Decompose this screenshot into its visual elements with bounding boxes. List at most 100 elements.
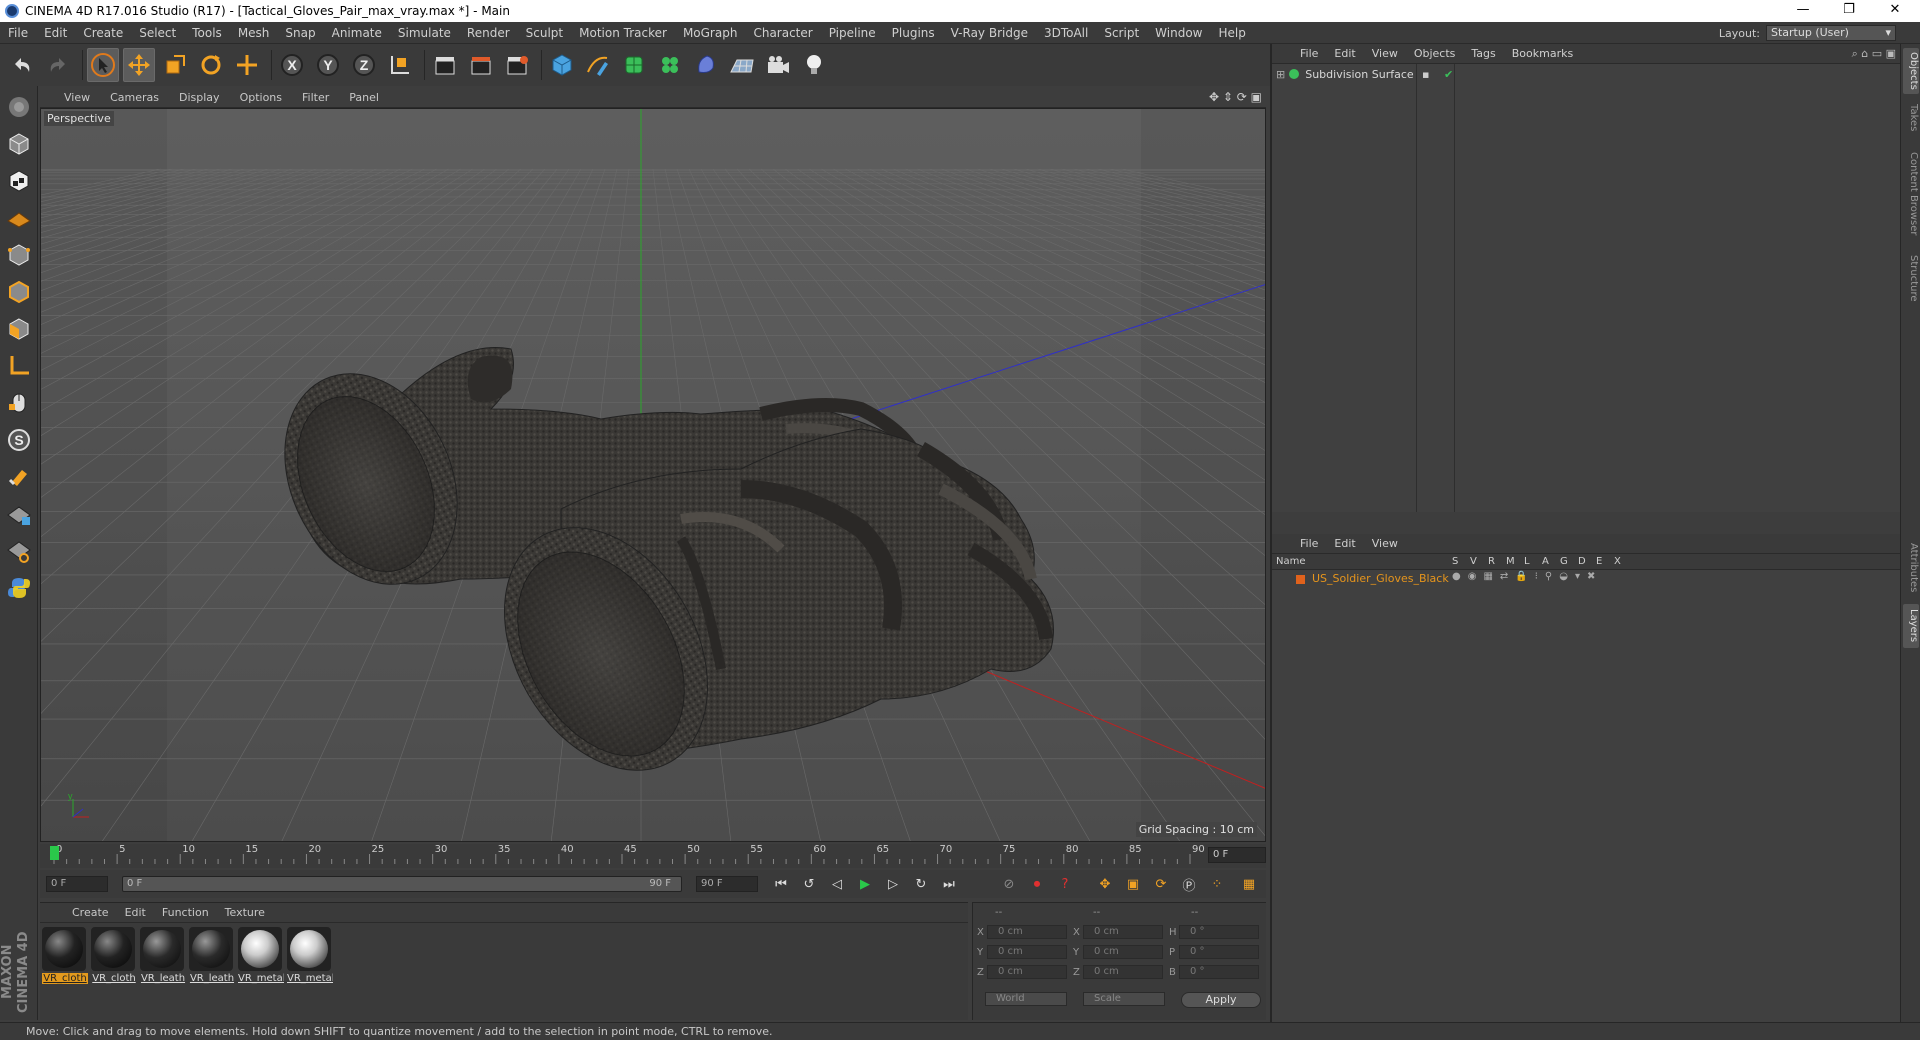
position-y-field[interactable]: 0 cm xyxy=(987,945,1067,959)
layers-menu-view[interactable]: View xyxy=(1364,537,1406,550)
menu-create[interactable]: Create xyxy=(75,26,131,40)
play-button[interactable]: ▶ xyxy=(852,872,878,896)
material-swatch[interactable]: VR_cloth xyxy=(91,927,137,984)
rotation-p-field[interactable]: 0 ° xyxy=(1179,945,1259,959)
redo-button[interactable] xyxy=(42,48,74,82)
viewport-menu-view[interactable]: View xyxy=(40,91,100,104)
tab-structure[interactable]: Structure xyxy=(1903,250,1919,306)
add-cube-button[interactable] xyxy=(546,48,578,82)
viewport-menu-panel[interactable]: Panel xyxy=(339,91,389,104)
timeline-ruler[interactable]: 0 5 10 15 20 25 30 35 40 45 50 55 60 65 70 75 80 85 90 xyxy=(40,844,1266,868)
record-button[interactable]: ⏺ xyxy=(1024,872,1050,896)
layers-menu-edit[interactable]: Edit xyxy=(1326,537,1363,550)
viewport-menu-filter[interactable]: Filter xyxy=(292,91,339,104)
render-view-button[interactable] xyxy=(429,48,461,82)
menu-render[interactable]: Render xyxy=(459,26,518,40)
position-z-field[interactable]: 0 cm xyxy=(987,965,1067,979)
position-x-field[interactable]: 0 cm xyxy=(987,925,1067,939)
range-slider[interactable]: 0 F 90 F xyxy=(122,876,682,892)
go-to-start-button[interactable]: ⏮ xyxy=(768,872,794,896)
python-button[interactable] xyxy=(3,572,35,604)
timeline-playhead[interactable] xyxy=(50,846,59,860)
menu-plugins[interactable]: Plugins xyxy=(884,26,943,40)
menu-snap[interactable]: Snap xyxy=(277,26,323,40)
size-y-field[interactable]: 0 cm xyxy=(1083,945,1163,959)
prev-frame-button[interactable]: ◁ xyxy=(824,872,850,896)
size-z-field[interactable]: 0 cm xyxy=(1083,965,1163,979)
model-mode-button[interactable] xyxy=(3,128,35,160)
menu-mograph[interactable]: MoGraph xyxy=(675,26,746,40)
make-editable-button[interactable] xyxy=(3,91,35,123)
layout-select[interactable]: Startup (User) xyxy=(1766,25,1896,41)
menu-select[interactable]: Select xyxy=(131,26,184,40)
menu-help[interactable]: Help xyxy=(1210,26,1253,40)
add-deformer-button[interactable] xyxy=(690,48,722,82)
objects-menu-tags[interactable]: Tags xyxy=(1463,47,1503,60)
add-mograph-button[interactable] xyxy=(654,48,686,82)
polygons-mode-button[interactable] xyxy=(3,313,35,345)
live-select-button[interactable] xyxy=(231,48,263,82)
x-axis-lock-button[interactable]: X xyxy=(276,48,308,82)
expand-icon[interactable]: ⊞ xyxy=(1276,68,1285,81)
menu-tools[interactable]: Tools xyxy=(184,26,230,40)
material-menu-create[interactable]: Create xyxy=(64,906,117,919)
viewport-menu-cameras[interactable]: Cameras xyxy=(100,91,169,104)
material-swatch[interactable]: VR_leath xyxy=(140,927,186,984)
locked-workplane-button[interactable] xyxy=(3,498,35,530)
layer-row[interactable]: US_Soldier_Gloves_Black ●◉▦⇄🔒⁝⚲◒▾✖ xyxy=(1272,571,1902,587)
size-x-field[interactable]: 0 cm xyxy=(1083,925,1163,939)
tab-objects[interactable]: Objects xyxy=(1903,48,1919,94)
material-menu-texture[interactable]: Texture xyxy=(217,906,273,919)
object-row[interactable]: ⊞ Subdivision Surface ▪ ✔ xyxy=(1276,66,1453,82)
objects-menu-edit[interactable]: Edit xyxy=(1326,47,1363,60)
add-light-button[interactable] xyxy=(798,48,830,82)
menu-3dtoall[interactable]: 3DToAll xyxy=(1036,26,1096,40)
tab-takes[interactable]: Takes xyxy=(1903,100,1919,136)
layer-flag-icons[interactable]: ●◉▦⇄🔒⁝⚲◒▾✖ xyxy=(1452,571,1602,582)
layers-menu-file[interactable]: File xyxy=(1292,537,1326,550)
material-swatch[interactable]: VR_metal xyxy=(287,927,333,984)
layer-color-swatch[interactable] xyxy=(1296,575,1305,584)
select-tool-button[interactable] xyxy=(87,48,119,82)
viewport-camera-label[interactable]: Perspective xyxy=(44,111,114,126)
object-visibility-icon[interactable]: ▪ xyxy=(1422,68,1429,81)
menu-file[interactable]: File xyxy=(0,26,36,40)
layer-name[interactable]: US_Soldier_Gloves_Black xyxy=(1312,572,1449,585)
object-manager[interactable]: ⊞ Subdivision Surface ▪ ✔ xyxy=(1272,64,1902,512)
menu-script[interactable]: Script xyxy=(1096,26,1147,40)
add-spline-button[interactable] xyxy=(582,48,614,82)
close-button[interactable]: ✕ xyxy=(1872,0,1918,22)
menu-simulate[interactable]: Simulate xyxy=(390,26,459,40)
menu-mesh[interactable]: Mesh xyxy=(230,26,278,40)
material-menu-function[interactable]: Function xyxy=(154,906,217,919)
viewport-menu-options[interactable]: Options xyxy=(230,91,292,104)
edges-mode-button[interactable] xyxy=(3,276,35,308)
y-axis-lock-button[interactable]: Y xyxy=(312,48,344,82)
menu-window[interactable]: Window xyxy=(1147,26,1210,40)
rotation-h-field[interactable]: 0 ° xyxy=(1179,925,1259,939)
objects-search-icons[interactable]: ⌕ ⌂ ▭ ▣ xyxy=(1852,47,1896,61)
key-pla-button[interactable]: ⁘ xyxy=(1204,872,1230,896)
menu-motion-tracker[interactable]: Motion Tracker xyxy=(571,26,675,40)
record-keys-button[interactable]: ⊘ xyxy=(996,872,1022,896)
menu-edit[interactable]: Edit xyxy=(36,26,75,40)
snapping-button[interactable]: S xyxy=(3,424,35,456)
go-to-end-button[interactable]: ⏭ xyxy=(936,872,962,896)
end-frame-field[interactable]: 90 F xyxy=(696,876,758,892)
timeline-button[interactable]: ▦ xyxy=(1236,872,1262,896)
material-swatch[interactable]: VR_metal xyxy=(238,927,284,984)
undo-button[interactable] xyxy=(6,48,38,82)
apply-button[interactable]: Apply xyxy=(1181,992,1261,1008)
key-position-button[interactable]: ✥ xyxy=(1092,872,1118,896)
next-frame-button[interactable]: ▷ xyxy=(880,872,906,896)
layer-manager[interactable]: Name S V R M L A G D E X US_Soldier_Glov… xyxy=(1272,554,1902,1022)
add-camera-button[interactable] xyxy=(762,48,794,82)
object-name[interactable]: Subdivision Surface xyxy=(1305,68,1413,81)
z-axis-lock-button[interactable]: Z xyxy=(348,48,380,82)
axis-mode-button[interactable] xyxy=(3,350,35,382)
autokey-button[interactable]: ? xyxy=(1052,872,1078,896)
prev-key-button[interactable]: ↺ xyxy=(796,872,822,896)
menu-animate[interactable]: Animate xyxy=(324,26,390,40)
add-environment-button[interactable] xyxy=(726,48,758,82)
tab-attributes[interactable]: Attributes xyxy=(1903,536,1919,600)
